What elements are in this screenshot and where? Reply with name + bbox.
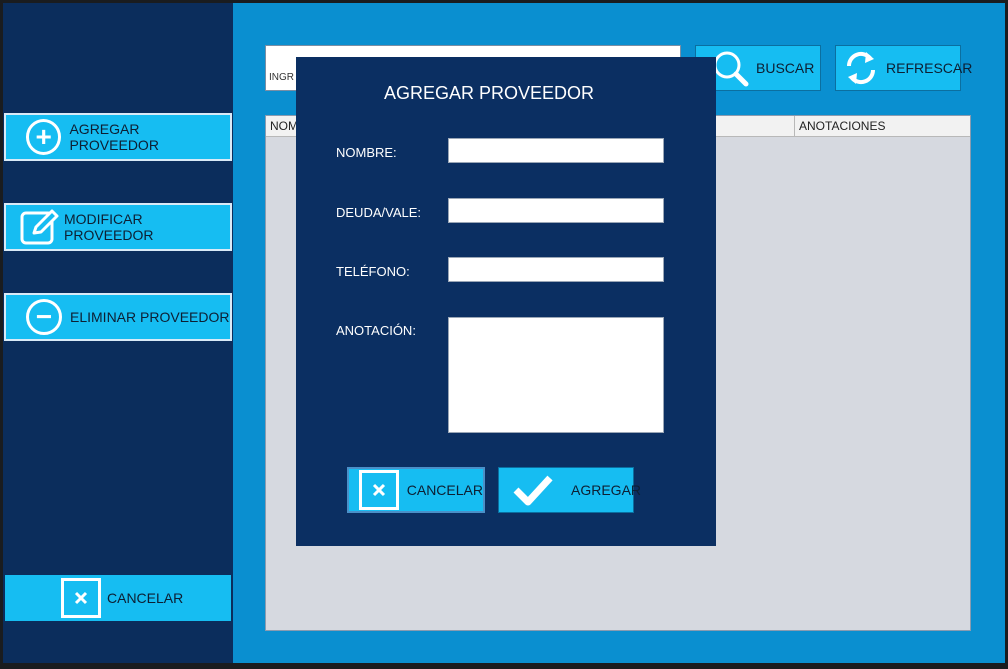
- edit-icon: [20, 207, 60, 247]
- telefono-label: TELÉFONO:: [336, 264, 410, 279]
- dialog-cancel-button[interactable]: CANCELAR: [347, 467, 485, 513]
- nombre-label: NOMBRE:: [336, 145, 397, 160]
- sidebar-cancel-label: CANCELAR: [107, 590, 184, 606]
- dialog-add-button[interactable]: AGREGAR: [498, 467, 641, 513]
- refresh-button[interactable]: REFRESCAR: [835, 45, 972, 91]
- refresh-button-label: REFRESCAR: [886, 60, 973, 76]
- add-supplier-label: AGREGAR PROVEEDOR: [69, 121, 159, 153]
- dialog-add-label: AGREGAR: [571, 482, 642, 498]
- anotacion-field[interactable]: [448, 317, 664, 433]
- nombre-field[interactable]: [448, 138, 664, 163]
- search-button-label: BUSCAR: [756, 60, 815, 76]
- app-window: + AGREGAR PROVEEDOR MODIFICAR PROVEEDOR …: [3, 3, 1005, 663]
- edit-supplier-button[interactable]: MODIFICAR PROVEEDOR: [4, 203, 232, 251]
- sidebar: + AGREGAR PROVEEDOR MODIFICAR PROVEEDOR …: [3, 3, 233, 663]
- deuda-field[interactable]: [448, 198, 664, 223]
- add-supplier-dialog: AGREGAR PROVEEDOR NOMBRE: DEUDA/VALE: TE…: [296, 57, 716, 546]
- delete-supplier-label: ELIMINAR PROVEEDOR: [70, 309, 230, 325]
- minus-circle-icon: −: [26, 299, 62, 335]
- close-box-icon: [61, 578, 101, 618]
- refresh-icon: [844, 50, 878, 86]
- dialog-title: AGREGAR PROVEEDOR: [383, 83, 595, 103]
- check-icon: [513, 474, 553, 506]
- search-icon: [710, 48, 750, 88]
- add-supplier-button[interactable]: + AGREGAR PROVEEDOR: [4, 113, 232, 161]
- telefono-field[interactable]: [448, 257, 664, 282]
- column-header-anotaciones[interactable]: ANOTACIONES: [795, 116, 970, 136]
- sidebar-cancel-button[interactable]: CANCELAR: [5, 575, 231, 621]
- close-box-icon: [359, 470, 399, 510]
- plus-circle-icon: +: [26, 119, 62, 155]
- dialog-cancel-label: CANCELAR: [406, 482, 483, 498]
- delete-supplier-button[interactable]: − ELIMINAR PROVEEDOR: [4, 293, 232, 341]
- deuda-label: DEUDA/VALE:: [336, 205, 422, 220]
- anotacion-label: ANOTACIÓN:: [336, 323, 416, 338]
- edit-supplier-label: MODIFICAR PROVEEDOR: [64, 211, 154, 243]
